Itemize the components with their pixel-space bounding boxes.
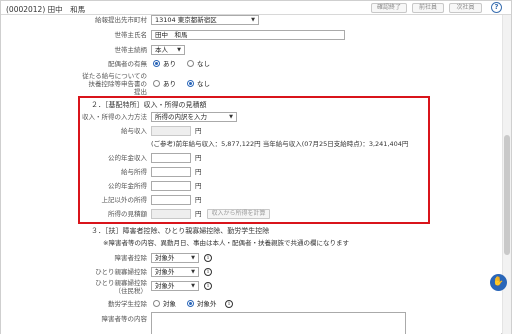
householder-rel-select[interactable]: 本人 ▼: [151, 45, 185, 55]
municipality-select[interactable]: 13104 東京都新宿区 ▼: [151, 15, 259, 25]
dependent-label-line1: 従たる給与についての: [82, 72, 147, 80]
section3-note: ※障害者等の内容、異動月日、事由は本人・配偶者・扶養親族で共通の欄になります: [103, 239, 349, 247]
householder-name-input[interactable]: 田中 和馬: [151, 30, 345, 40]
chevron-down-icon: ▼: [191, 255, 195, 261]
spouse-label: 配偶者の有無: [108, 60, 147, 68]
dependent-yes-label: あり: [163, 80, 176, 88]
top-bar: (0002012) 田中 和馬 確認終了 前社員 次社員 ?: [1, 1, 511, 15]
chevron-down-icon: ▼: [191, 269, 195, 275]
spouse-yes-label: あり: [163, 60, 176, 68]
single-parent-resident-value: 対象外: [155, 282, 175, 290]
single-parent-resident-label-line2: （住民税）: [114, 287, 148, 295]
chevron-down-icon: ▼: [177, 47, 181, 53]
help-icon[interactable]: ?: [491, 2, 502, 13]
info-icon[interactable]: i: [204, 282, 212, 290]
householder-rel-value: 本人: [155, 46, 168, 54]
single-parent-resident-select[interactable]: 対象外 ▼: [151, 281, 199, 291]
disability-detail-label: 障害者等の内容: [101, 315, 148, 323]
dependent-no-radio[interactable]: [187, 80, 194, 87]
student-target-label: 対象: [163, 300, 176, 308]
spouse-no-label: なし: [197, 60, 210, 68]
confirm-button[interactable]: 確認終了: [371, 3, 407, 13]
spouse-no-radio[interactable]: [187, 60, 194, 67]
municipality-label: 給報提出先市町村: [95, 16, 147, 24]
employee-title: (0002012) 田中 和馬: [6, 5, 86, 14]
accessibility-icon[interactable]: ✋: [490, 274, 507, 291]
section3-title: ３．［扶］障害者控除、ひとり親寡婦控除、勤労学生控除: [91, 227, 270, 235]
spouse-yes-radio[interactable]: [153, 60, 160, 67]
next-employee-button[interactable]: 次社員: [449, 3, 482, 13]
student-target-radio[interactable]: [153, 300, 160, 307]
householder-name-label: 世帯主氏名: [114, 31, 148, 39]
info-icon[interactable]: i: [225, 300, 233, 308]
disability-label: 障害者控除: [114, 254, 148, 262]
disability-value: 対象外: [155, 254, 175, 262]
student-label: 勤労学生控除: [108, 300, 147, 308]
disability-select[interactable]: 対象外 ▼: [151, 253, 199, 263]
chevron-down-icon: ▼: [251, 17, 255, 23]
single-parent-label: ひとり親寡婦控除: [95, 268, 147, 276]
scrollbar-thumb[interactable]: [504, 135, 510, 255]
disability-detail-textarea[interactable]: [151, 312, 406, 334]
prev-employee-button[interactable]: 前社員: [412, 3, 444, 13]
single-parent-select[interactable]: 対象外 ▼: [151, 267, 199, 277]
dependent-yes-radio[interactable]: [153, 80, 160, 87]
info-icon[interactable]: i: [204, 268, 212, 276]
student-non-target-radio[interactable]: [187, 300, 194, 307]
highlight-box: [78, 96, 430, 224]
dependent-no-label: なし: [197, 80, 210, 88]
householder-rel-label: 世帯主続柄: [114, 46, 148, 54]
municipality-value: 13104 東京都新宿区: [155, 16, 217, 24]
chevron-down-icon: ▼: [191, 283, 195, 289]
app-window: (0002012) 田中 和馬 確認終了 前社員 次社員 ? 給報提出先市町村 …: [0, 0, 512, 334]
student-non-target-label: 対象外: [197, 300, 217, 308]
dependent-label-line2: 扶養控除等申告書の: [88, 80, 148, 88]
single-parent-resident-label-line1: ひとり親寡婦控除: [95, 279, 147, 287]
single-parent-value: 対象外: [155, 268, 175, 276]
dependent-label-line3: 提出: [134, 88, 147, 96]
info-icon[interactable]: i: [204, 254, 212, 262]
